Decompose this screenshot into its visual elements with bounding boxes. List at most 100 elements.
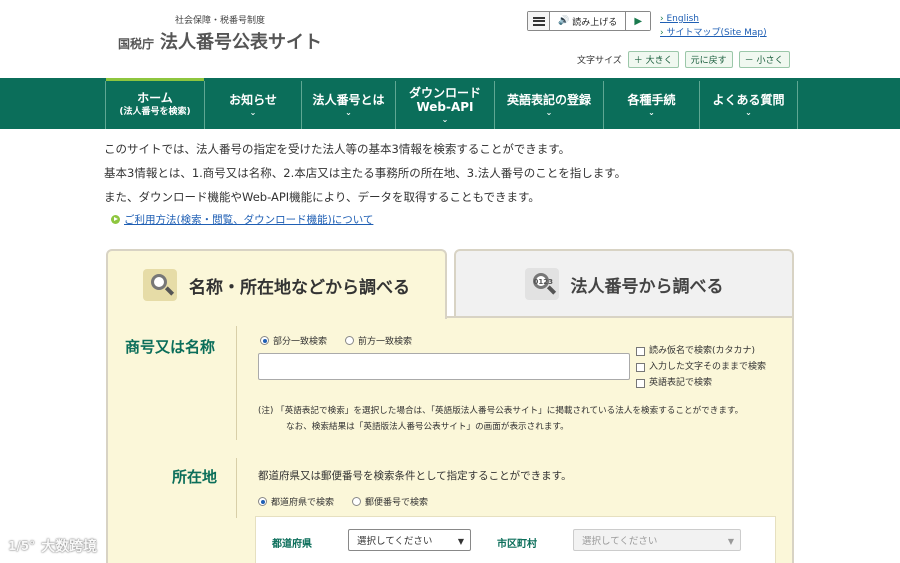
play-icon: ▶: [634, 15, 643, 27]
radio-partial-match[interactable]: 部分一致検索: [260, 334, 327, 347]
nav-home-sub: (法人番号を検索): [119, 107, 191, 117]
nav-home[interactable]: ホーム (法人番号を検索): [105, 78, 204, 129]
menu-icon: [532, 16, 545, 26]
check-english-label: 英語表記で検索: [649, 378, 713, 388]
chevron-down-icon: ⌄: [648, 108, 655, 117]
city-select-value: 選択してください: [582, 536, 658, 547]
header-links: English サイトマップ(Site Map): [660, 12, 767, 40]
read-aloud-label: 読み上げる: [572, 17, 618, 28]
nav-english[interactable]: 英語表記の登録 ⌄: [494, 81, 603, 129]
nav-news-label: お知らせ: [229, 93, 277, 107]
intro-line-2: 基本3情報とは、1.商号又は名称、2.本店又は主たる事務所の所在地、3.法人番号…: [104, 166, 627, 180]
number-magnifier-icon: 0123: [524, 268, 559, 300]
tab-name-search[interactable]: 名称・所在地などから調べる: [106, 249, 447, 319]
watermark-logo: 1/5°: [8, 539, 36, 553]
note-line-2: なお、検索結果は「英語版法人番号公表サイト」の画面が表示されます。: [286, 422, 569, 432]
menu-button[interactable]: [528, 12, 550, 30]
font-smaller-button[interactable]: － 小さく: [738, 51, 790, 68]
tab-number-search-label: 法人番号から調べる: [570, 276, 724, 297]
city-label: 市区町村: [497, 539, 537, 550]
location-type-radios: 都道府県で検索 郵便番号で検索: [258, 495, 446, 508]
chevron-down-icon: ⌄: [545, 108, 553, 117]
font-reset-button[interactable]: 元に戻す: [684, 51, 733, 68]
match-type-radios: 部分一致検索 前方一致検索: [260, 334, 430, 347]
global-nav: ホーム (法人番号を検索) お知らせ ⌄ 法人番号とは ⌄ ダウンロード Web…: [0, 78, 900, 129]
nav-procedures-label: 各種手続: [627, 93, 676, 107]
prefecture-label: 都道府県: [272, 539, 312, 550]
nav-procedures[interactable]: 各種手続 ⌄: [603, 81, 699, 129]
usage-help-label: ご利用方法(検索・閲覧、ダウンロード機能)について: [124, 214, 374, 226]
font-size-label: 文字サイズ: [577, 56, 622, 66]
radio-prefix-match[interactable]: 前方一致検索: [345, 334, 412, 347]
radio-selected-icon: [260, 336, 269, 345]
nav-download-sub: Web-API: [416, 100, 474, 114]
name-search-input[interactable]: [258, 353, 630, 380]
location-field-label: 所在地: [172, 468, 218, 486]
check-exact-label: 入力した文字そのままで検索: [649, 362, 767, 372]
radio-unselected-icon: [352, 497, 362, 506]
chevron-down-icon: ⌄: [345, 108, 352, 117]
read-aloud-toolbar: 🔊 読み上げる ▶: [527, 11, 652, 31]
english-search-note: (注) 「英語表記で検索」を選択した場合は、「英語版法人番号公表サイト」に掲載さ…: [258, 403, 743, 435]
location-description: 都道府県又は郵便番号を検索条件として指定することができます。: [258, 470, 572, 482]
radio-selected-icon: [258, 497, 267, 506]
watermark-text: 大数跨境: [41, 539, 98, 555]
chevron-down-icon: ⌄: [441, 115, 449, 124]
radio-prefecture[interactable]: 都道府県で検索: [258, 495, 334, 508]
radio-unselected-icon: [345, 336, 355, 345]
font-larger-button[interactable]: ＋ 大きく: [627, 51, 679, 68]
tab-number-search[interactable]: 0123 法人番号から調べる: [454, 249, 794, 317]
panel-divider: [447, 316, 794, 318]
radio-partial-label: 部分一致検索: [273, 337, 328, 347]
nav-news[interactable]: お知らせ ⌄: [204, 81, 301, 129]
play-button[interactable]: ▶: [626, 12, 651, 30]
logo-subtitle: 社会保障・税番号制度: [175, 16, 266, 26]
nav-download-label: ダウンロード: [408, 86, 481, 100]
arrow-circle-icon: [111, 215, 120, 224]
logo-title: 法人番号公表サイト: [160, 32, 323, 53]
chevron-down-icon: ▼: [727, 537, 734, 546]
site-logo[interactable]: 国税庁 法人番号公表サイト: [118, 28, 322, 54]
usage-help-link[interactable]: ご利用方法(検索・閲覧、ダウンロード機能)について: [111, 212, 373, 227]
search-options: 読み仮名で検索(カタカナ) 入力した文字そのままで検索 英語表記で検索: [636, 343, 766, 391]
intro-line-1: このサイトでは、法人番号の指定を受けた法人等の基本3情報を検索することができます…: [104, 142, 571, 156]
nav-about[interactable]: 法人番号とは ⌄: [301, 81, 395, 129]
font-size-controls: 文字サイズ ＋ 大きく 元に戻す － 小さく: [577, 51, 790, 68]
prefecture-select[interactable]: 選択してください ▼: [348, 529, 471, 551]
check-exact[interactable]: 入力した文字そのままで検索: [636, 359, 766, 375]
number-icon-text: 0123: [533, 278, 553, 286]
tab-name-search-label: 名称・所在地などから調べる: [189, 277, 410, 298]
radio-prefix-label: 前方一致検索: [358, 337, 413, 347]
city-select[interactable]: 選択してください ▼: [573, 529, 741, 551]
divider-line: [236, 458, 237, 518]
intro-line-3: また、ダウンロード機能やWeb-API機能により、データを取得することもできます…: [104, 190, 540, 204]
radio-postal-label: 郵便番号で検索: [365, 498, 429, 508]
chevron-down-icon: ⌄: [249, 108, 257, 117]
prefecture-select-value: 選択してください: [357, 536, 433, 547]
name-field-label: 商号又は名称: [125, 338, 216, 356]
nav-english-label: 英語表記の登録: [506, 93, 591, 107]
nav-faq[interactable]: よくある質問 ⌄: [699, 81, 798, 129]
magnifier-icon: [143, 269, 177, 301]
checkbox-icon: [636, 378, 645, 388]
checkbox-icon: [636, 346, 645, 356]
logo-agency: 国税庁: [118, 37, 155, 51]
note-line-1: (注) 「英語表記で検索」を選択した場合は、「英語版法人番号公表サイト」に掲載さ…: [258, 406, 744, 416]
sitemap-link[interactable]: サイトマップ(Site Map): [660, 26, 766, 40]
radio-postal-code[interactable]: 郵便番号で検索: [352, 495, 428, 508]
nav-about-label: 法人番号とは: [312, 93, 385, 107]
checkbox-icon: [636, 362, 645, 372]
check-kana[interactable]: 読み仮名で検索(カタカナ): [636, 343, 766, 359]
nav-faq-label: よくある質問: [712, 93, 785, 107]
check-english[interactable]: 英語表記で検索: [636, 375, 766, 391]
radio-prefecture-label: 都道府県で検索: [271, 498, 335, 508]
nav-download[interactable]: ダウンロード Web-API ⌄: [395, 81, 494, 129]
speaker-icon: 🔊: [558, 16, 570, 26]
nav-home-label: ホーム: [137, 91, 173, 105]
read-aloud-button[interactable]: 🔊 読み上げる: [550, 12, 627, 30]
watermark: 1/5° 大数跨境: [8, 536, 97, 556]
chevron-down-icon: ⌄: [745, 108, 752, 117]
english-link[interactable]: English: [660, 12, 767, 26]
chevron-down-icon: ▼: [457, 537, 464, 546]
divider-line: [236, 326, 237, 440]
